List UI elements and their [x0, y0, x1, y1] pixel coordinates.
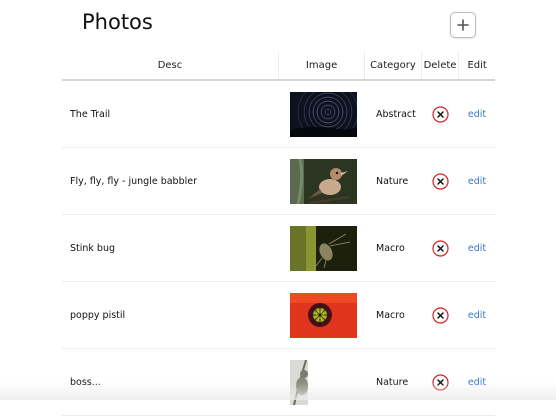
photo-desc: boss...: [70, 376, 101, 388]
column-header-edit: Edit: [467, 60, 487, 71]
table-row: The Trail Abstract edit: [62, 81, 495, 148]
delete-icon[interactable]: [432, 306, 449, 324]
column-header-desc: Desc: [62, 52, 279, 79]
photo-category: Macro: [376, 242, 405, 254]
babbler-bird-thumbnail[interactable]: [289, 158, 357, 204]
photo-desc: Stink bug: [70, 242, 116, 254]
plus-icon: [457, 19, 469, 31]
delete-icon[interactable]: [432, 105, 449, 123]
edit-link[interactable]: edit: [468, 176, 486, 187]
photo-category: Macro: [376, 309, 405, 321]
delete-icon[interactable]: [432, 172, 449, 190]
bird-thumbnail[interactable]: [289, 359, 357, 405]
photo-category: Abstract: [376, 108, 416, 120]
photos-table: Desc Image Category Delete Edit The Trai…: [62, 52, 495, 416]
photo-desc: The Trail: [70, 108, 111, 120]
column-header-image: Image: [279, 52, 366, 79]
edit-link[interactable]: edit: [468, 310, 486, 321]
photo-category: Nature: [376, 376, 409, 388]
table-row: poppy pistil Macro edit: [62, 282, 495, 349]
table-row: Fly, fly, fly - jungle babbler Nature ed…: [62, 148, 495, 215]
photo-category: Nature: [376, 175, 409, 187]
photo-desc: Fly, fly, fly - jungle babbler: [70, 175, 198, 187]
column-header-delete: Delete: [422, 52, 460, 79]
delete-icon[interactable]: [432, 373, 449, 391]
add-photo-button[interactable]: [450, 12, 476, 38]
delete-icon[interactable]: [432, 239, 449, 257]
column-header-category: Category: [365, 52, 422, 79]
table-header: Desc Image Category Delete Edit: [62, 52, 495, 81]
stink-bug-thumbnail[interactable]: [289, 225, 357, 271]
table-row: Stink bug Macro edit: [62, 215, 495, 282]
photo-desc: poppy pistil: [70, 309, 126, 321]
page-title: Photos: [82, 10, 153, 34]
star-trails-thumbnail[interactable]: [289, 91, 357, 137]
edit-link[interactable]: edit: [468, 377, 486, 388]
poppy-flower-thumbnail[interactable]: [289, 292, 357, 338]
table-row: boss... Nature edit: [62, 349, 495, 416]
edit-link[interactable]: edit: [468, 109, 486, 120]
edit-link[interactable]: edit: [468, 243, 486, 254]
